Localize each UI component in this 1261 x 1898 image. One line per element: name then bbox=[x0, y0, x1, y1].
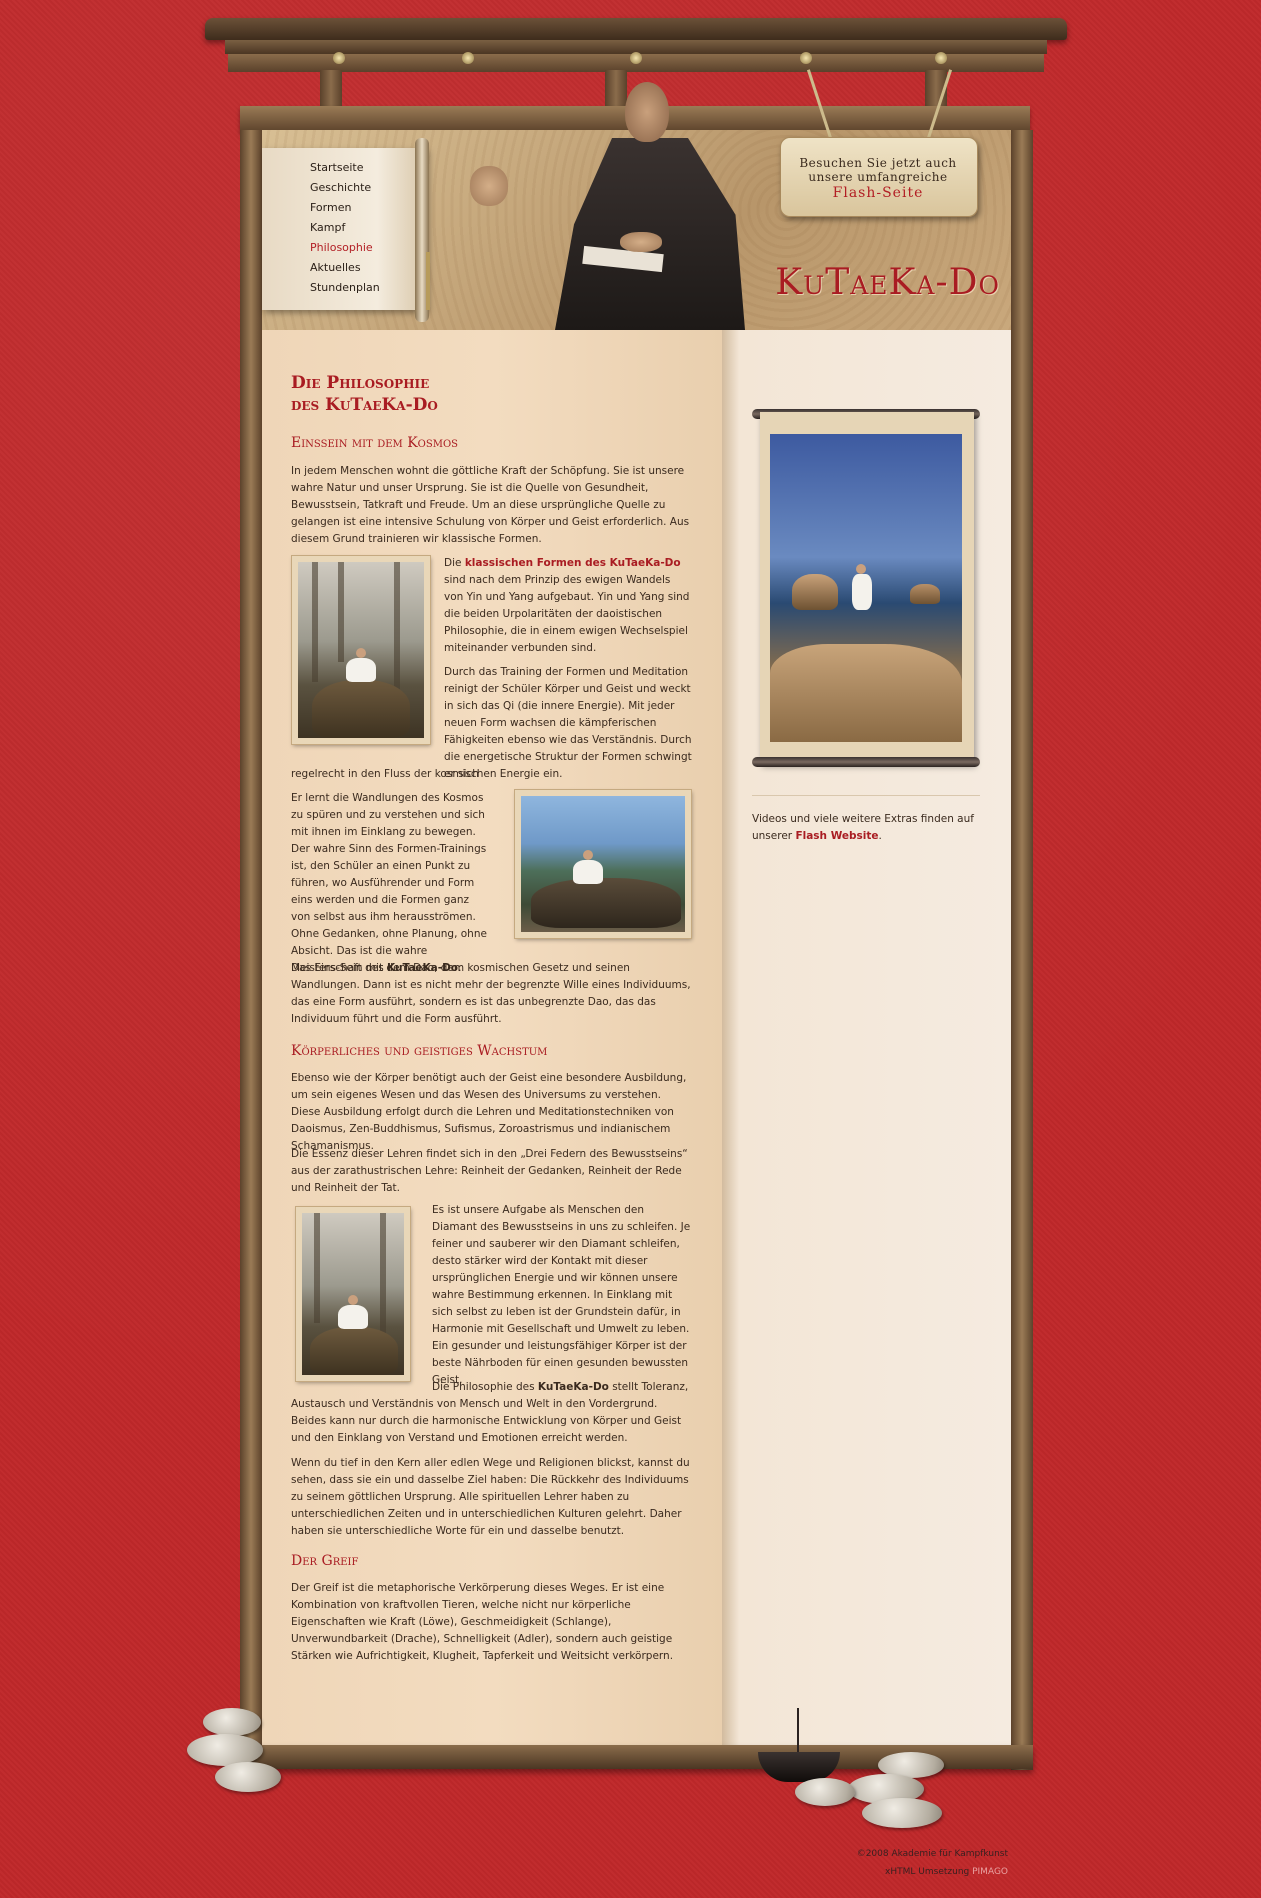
left-pillar bbox=[240, 130, 262, 1770]
meditator-figure bbox=[573, 860, 603, 884]
paragraph: Er lernt die Wandlungen des Kosmos zu sp… bbox=[291, 790, 487, 977]
text-fragment: Er lernt die Wandlungen des Kosmos zu sp… bbox=[291, 792, 487, 974]
tassel-icon bbox=[426, 252, 430, 310]
paragraph: Wenn du tief in den Kern aller edlen Weg… bbox=[291, 1457, 690, 1537]
martial-artist-hand bbox=[470, 166, 508, 206]
flash-website-link[interactable]: Flash Website bbox=[795, 830, 878, 842]
footer-credit: xHTML Umsetzung PIMAGO bbox=[708, 1867, 1008, 1877]
meditation-forest-photo bbox=[291, 555, 431, 745]
rock-shape bbox=[531, 878, 681, 928]
meditation-coast-photo bbox=[514, 789, 692, 939]
ornament-stud-icon bbox=[462, 52, 474, 64]
section-heading-kosmos: Einssein mit dem Kosmos bbox=[291, 435, 459, 451]
flash-sign-line2: unsere umfangreiche bbox=[808, 170, 948, 184]
rock-shape bbox=[312, 680, 410, 738]
nav-item-formen[interactable]: Formen bbox=[310, 201, 351, 214]
tree-shape bbox=[338, 562, 344, 662]
sea-stack-shape bbox=[792, 574, 838, 610]
meditation-forest-photo-2 bbox=[295, 1206, 411, 1382]
meditator-head bbox=[348, 1295, 358, 1305]
meditator-figure bbox=[346, 658, 376, 682]
paragraph: In jedem Menschen wohnt die göttliche Kr… bbox=[291, 465, 690, 545]
nav-item-startseite[interactable]: Startseite bbox=[310, 161, 364, 174]
nav-item-stundenplan[interactable]: Stundenplan bbox=[310, 281, 380, 294]
page-title: Die Philosophie des KuTaeKa-Do bbox=[291, 372, 438, 416]
martial-artist-hand bbox=[620, 232, 662, 252]
text-fragment: stellt Toleranz, bbox=[608, 1381, 689, 1393]
ornament-stud-icon bbox=[333, 52, 345, 64]
coastal-kick-photo bbox=[770, 434, 962, 742]
stone-icon bbox=[862, 1798, 942, 1828]
martial-artist-head bbox=[625, 82, 669, 142]
kicking-figure bbox=[852, 574, 872, 610]
tree-shape bbox=[312, 562, 318, 682]
paragraph: Es ist unsere Aufgabe als Menschen den D… bbox=[432, 1204, 691, 1386]
inline-bold: KuTaeKa-Do bbox=[537, 1381, 609, 1393]
tree-shape bbox=[314, 1213, 320, 1323]
page-title-line1: Die Philosophie bbox=[291, 373, 430, 393]
section-heading-wachstum: Körperliches und geistiges Wachstum bbox=[291, 1043, 548, 1059]
paragraph-continuation: Austausch und Verständnis von Mensch und… bbox=[291, 1398, 682, 1444]
section-heading-greif: Der Greif bbox=[291, 1553, 359, 1569]
sidebar-text: Videos und viele weitere Extras finden a… bbox=[752, 811, 974, 845]
ornament-stud-icon bbox=[630, 52, 642, 64]
paragraph: Der Greif ist die metaphorische Verkörpe… bbox=[291, 1582, 674, 1662]
page-title-line2: des KuTaeKa-Do bbox=[291, 395, 438, 415]
inline-highlight: klassischen Formen des KuTaeKa-Do bbox=[464, 557, 681, 569]
stone-icon bbox=[795, 1778, 855, 1806]
paragraph: Die Philosophie des KuTaeKa-Do stellt To… bbox=[432, 1379, 692, 1396]
right-pillar bbox=[1011, 130, 1033, 1770]
footer-copyright: ©2008 Akademie für Kampfkunst bbox=[856, 1849, 1008, 1859]
scroll-rod bbox=[752, 757, 980, 767]
incense-stick-icon bbox=[797, 1708, 799, 1756]
ornament-stud-icon bbox=[935, 52, 947, 64]
nav-item-geschichte[interactable]: Geschichte bbox=[310, 181, 371, 194]
torii-gate-roof bbox=[205, 18, 1067, 40]
cliff-shape bbox=[770, 644, 962, 742]
figure-head bbox=[856, 564, 866, 574]
text-fragment: . bbox=[878, 830, 882, 842]
ornament-stud-icon bbox=[800, 52, 812, 64]
text-fragment: sind nach dem Prinzip des ewigen Wandels… bbox=[444, 574, 690, 654]
meditator-head bbox=[356, 648, 366, 658]
rock-shape bbox=[310, 1327, 398, 1375]
divider bbox=[752, 795, 980, 796]
paragraph: Die klassischen Formen des KuTaeKa-Do si… bbox=[444, 555, 692, 657]
flash-sign-link[interactable]: Flash-Seite bbox=[780, 185, 976, 201]
paragraph-continuation: Das Eins-Sein mit dem Dao, dem kosmische… bbox=[291, 962, 691, 1025]
stone-icon bbox=[215, 1762, 281, 1792]
flash-sign-line1: Besuchen Sie jetzt auch bbox=[799, 156, 957, 170]
tree-shape bbox=[394, 562, 400, 692]
nav-item-aktuelles[interactable]: Aktuelles bbox=[310, 261, 361, 274]
paragraph: Die Essenz dieser Lehren findet sich in … bbox=[291, 1148, 688, 1194]
meditator-head bbox=[583, 850, 593, 860]
paragraph-continuation: regelrecht in den Fluss der kosmischen E… bbox=[291, 768, 563, 780]
sea-stack-shape bbox=[910, 584, 940, 604]
stone-icon bbox=[203, 1708, 261, 1736]
meditator-figure bbox=[338, 1305, 368, 1329]
paragraph: Ebenso wie der Körper benötigt auch der … bbox=[291, 1072, 687, 1152]
text-fragment: Die Philosophie des bbox=[432, 1381, 538, 1393]
tree-shape bbox=[380, 1213, 386, 1333]
text-fragment: xHTML Umsetzung bbox=[885, 1867, 973, 1877]
nav-item-philosophie[interactable]: Philosophie bbox=[310, 241, 373, 254]
nav-item-kampf[interactable]: Kampf bbox=[310, 221, 345, 234]
text-fragment: Die bbox=[444, 557, 465, 569]
pimago-link[interactable]: PIMAGO bbox=[972, 1867, 1008, 1877]
site-logo[interactable]: KuTaeKa-Do bbox=[700, 262, 1000, 303]
